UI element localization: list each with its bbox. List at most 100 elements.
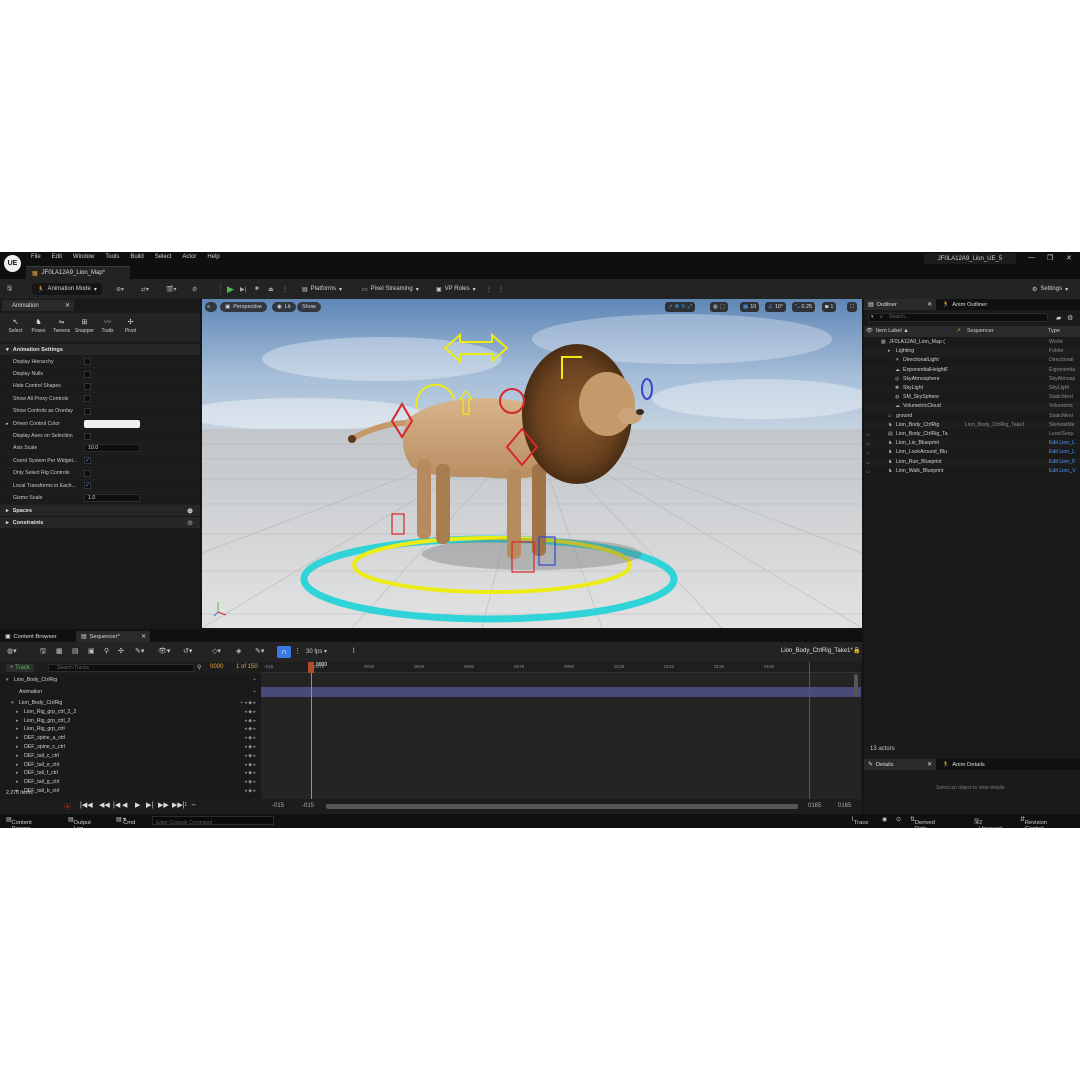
more-options-icon[interactable]: ⋮ [486, 283, 492, 295]
lock-icon[interactable]: 🔒 [853, 647, 860, 654]
constraints-header[interactable]: ▸ Constraints ⊕ [0, 517, 200, 528]
timeline-area[interactable]: -015 0015 0030 0045 0060 0075 0090 0105 0120 0135… [261, 662, 861, 799]
trace-options-icon[interactable]: ⊙ [896, 817, 901, 823]
auto-key-icon[interactable]: ◈ [236, 647, 241, 655]
item-type[interactable]: Edit Lion_L [1049, 449, 1075, 455]
add-content-icon[interactable]: ⊕▾ [116, 283, 124, 295]
outliner-row[interactable]: ▸ Lighting Folder [864, 347, 1080, 357]
eject-icon[interactable]: ⏏ [268, 283, 274, 295]
filter-icon[interactable]: ⚲ [197, 664, 201, 671]
tool-poses[interactable]: ♞ Poses [29, 319, 48, 341]
key-buttons[interactable]: ◂ ◆ ▸ [244, 762, 256, 768]
save-icon[interactable]: 🖫 [7, 283, 12, 295]
show-button[interactable]: Show [297, 302, 321, 312]
track-row[interactable]: ▸ DEF_spine_a_ctrl ◂ ◆ ▸ [0, 734, 260, 743]
menu-edit[interactable]: Edit [52, 254, 62, 260]
settings-button[interactable]: ⚙ Settings ▾ [1032, 283, 1068, 295]
outliner-row[interactable]: ◍ SM_SkySphere StaticMesl [864, 393, 1080, 402]
chevron-right-icon[interactable]: ▸ [6, 421, 9, 427]
play-icon[interactable]: ▶ [227, 283, 234, 295]
menu-build[interactable]: Build [130, 254, 143, 260]
vp-roles-button[interactable]: ▣ VP Roles ▾ [436, 283, 476, 295]
outliner-row[interactable]: ☁ ExponentialHeightF Exponentia [864, 365, 1080, 375]
cmd-selector[interactable]: ▤ Cmd ▾ [116, 817, 135, 826]
world-icon[interactable]: ◍▾ [7, 647, 17, 655]
mode-selector[interactable]: 🏃 Animation Mode ▾ [32, 283, 102, 295]
unreal-logo-icon[interactable]: UE [4, 255, 21, 272]
more-options-icon[interactable]: ⋮ [282, 283, 288, 295]
curve-editor-icon[interactable]: ⌇ [352, 647, 355, 655]
property-checkbox[interactable] [84, 358, 91, 366]
key-buttons[interactable]: ◂ ◆ ▸ [244, 788, 256, 794]
spaces-header[interactable]: ▸ Spaces ⊕ [0, 505, 200, 516]
outliner-row[interactable]: ✺ SkyLight SkyLight [864, 384, 1080, 394]
chevron-icon[interactable]: ▸ [16, 718, 19, 724]
anim-outliner-tab[interactable]: 🏃 Anim Outliner [938, 299, 987, 310]
property-checkbox[interactable] [84, 395, 91, 403]
content-drawer-button[interactable]: ▤ Content Drawer [6, 817, 32, 828]
chevron-icon[interactable]: ▸ [16, 744, 19, 750]
close-icon[interactable]: ✕ [1066, 254, 1072, 262]
outliner-row[interactable]: ◎ SkyAtmosphere SkyAtmosp [864, 375, 1080, 384]
stop-icon[interactable]: ■ [255, 283, 259, 295]
chevron-icon[interactable]: ▸ [16, 779, 19, 785]
visibility-icon[interactable]: ◡ [866, 468, 871, 474]
view-icon[interactable]: 👁▾ [158, 647, 170, 655]
map-tab[interactable]: ▦ JF0LA12A9_Lion_Map* [26, 266, 130, 279]
level-viewport[interactable]: ≡ ▣ Perspective ◉ Lit Show ➚ ✥ ↻ ⤢ ◍ ⬚ ▦ 1… [202, 299, 862, 628]
snap-icon[interactable]: ✣ [118, 647, 124, 655]
property-checkbox[interactable]: ✓ [84, 457, 91, 465]
outliner-row[interactable]: ◡ ♞ Lion_Run_Blueprint Edit Lion_F [864, 457, 1080, 467]
more-options-icon[interactable]: ⋮ [294, 647, 301, 655]
render-icon[interactable]: ▦ [56, 647, 63, 655]
playback-options-icon[interactable]: ↺▾ [183, 647, 192, 655]
visibility-icon[interactable]: 👁 [866, 328, 873, 334]
column-sequencer[interactable]: Sequencer [967, 328, 994, 334]
outliner-row[interactable]: ◡ ♞ Lion_Lie_Blueprint Edit Lion_L [864, 439, 1080, 449]
track-row[interactable]: ▸ Lion_Rig_grp_ctrl_2_2 ◂ ◆ ▸ [0, 708, 260, 717]
step-back-icon[interactable]: ◀◀ [99, 801, 110, 809]
chevron-icon[interactable]: ▸ [16, 753, 19, 759]
sequence-name[interactable]: Lion_Body_CtrlRig_Take1* [781, 648, 853, 654]
record-icon[interactable]: ⦿ [64, 802, 71, 812]
transform-tools[interactable]: ➚ ✥ ↻ ⤢ [665, 302, 696, 312]
track-row[interactable]: ▸ Lion_Rig_grp_ctrl ◂ ◆ ▸ [0, 725, 260, 734]
vertical-scrollbar[interactable] [854, 674, 858, 696]
pen-icon[interactable]: ✎▾ [255, 647, 264, 655]
tools-icon[interactable]: ⚙ [192, 283, 197, 295]
menu-window[interactable]: Window [73, 254, 94, 260]
more-options-icon-2[interactable]: ⋮ [498, 283, 504, 295]
filter-icon[interactable]: ▾ [871, 314, 874, 321]
minimize-icon[interactable]: — [1028, 254, 1035, 261]
view-range-end[interactable]: 0165 [838, 803, 851, 809]
save-icon[interactable]: 🖫 [40, 647, 46, 658]
key-buttons[interactable]: ◂ ◆ ▸ [244, 753, 256, 759]
derived-data-button[interactable]: ⇅ Derived Data [910, 817, 935, 828]
content-browser-tab[interactable]: ▣ Content Browser [0, 631, 72, 642]
perspective-button[interactable]: ▣ Perspective [220, 302, 267, 312]
property-checkbox[interactable]: ✓ [84, 482, 91, 490]
working-range-start[interactable]: -015 [302, 803, 314, 809]
unsaved-button[interactable]: 🖫 2 Unsaved [974, 817, 1002, 828]
revision-control-button[interactable]: ⇵ Revision Control [1020, 817, 1047, 828]
loop-icon[interactable]: ↕ [184, 801, 188, 808]
anim-details-tab[interactable]: 🏃 Anim Details [938, 759, 985, 770]
search-tracks-input[interactable]: Search Tracks [48, 664, 194, 672]
chevron-icon[interactable]: ▸ [16, 726, 19, 732]
menu-select[interactable]: Select [155, 254, 172, 260]
close-icon[interactable]: ✕ [141, 634, 146, 640]
gear-icon[interactable]: ⚙ [1067, 314, 1073, 322]
trace-settings-icon[interactable]: ◉ [882, 817, 887, 823]
visibility-icon[interactable]: ◡ [866, 440, 871, 446]
jump-to-start-icon[interactable]: |◀◀ [80, 801, 93, 809]
outliner-tab[interactable]: ▤ Outliner ✕ [864, 299, 936, 310]
outliner-row[interactable]: ◡ ▤ Lion_Body_CtrlRig_Ta LevelSequ [864, 430, 1080, 439]
chevron-icon[interactable]: ▸ [16, 770, 19, 776]
property-checkbox[interactable] [84, 407, 91, 415]
tool-snapper[interactable]: ⊞ Snapper [75, 319, 94, 341]
select-arrow-icon[interactable]: ➚ [668, 304, 673, 310]
step-forward-icon[interactable]: ▶▶ [158, 801, 169, 809]
visibility-icon[interactable]: ◡ [866, 431, 871, 437]
key-buttons[interactable]: ◂ ◆ ▸ [244, 770, 256, 776]
outliner-row[interactable]: ◡ ♞ Lion_LookAround_Blu Edit Lion_L [864, 448, 1080, 457]
